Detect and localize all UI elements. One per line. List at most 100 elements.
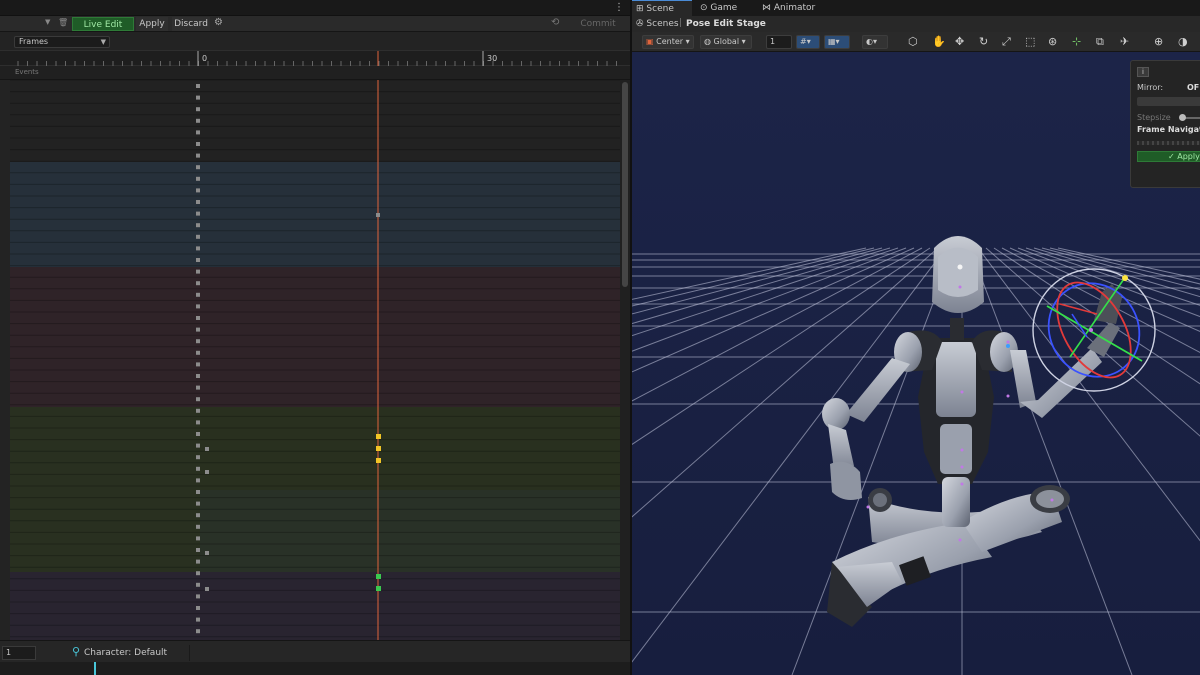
keyframe[interactable] [196,571,200,576]
breadcrumb-stage[interactable]: Pose Edit Stage [686,19,766,29]
keyframe[interactable] [196,234,200,239]
more-options-icon[interactable]: ⋮ [614,2,624,13]
keyframe[interactable] [196,165,200,170]
character-selector[interactable]: ⚲ Character: Default [38,645,190,661]
frame-number-input[interactable]: 1 [2,646,36,660]
keyframe[interactable] [196,200,200,204]
keyframe-green[interactable] [376,586,381,591]
keyframe[interactable] [196,374,200,378]
keyframe[interactable] [196,385,200,390]
keyframe[interactable] [196,501,200,506]
keyframe[interactable] [196,548,200,552]
lighting-icon[interactable]: ◑ [1178,36,1188,48]
chevron-down-icon[interactable]: ▼ [45,18,50,26]
discard-button[interactable]: Discard [172,17,210,31]
keyframe[interactable] [196,223,200,228]
gizmo-globe-icon[interactable]: ⊕ [1154,36,1163,48]
overlay-apply-button[interactable]: ✓ Apply [1137,151,1200,162]
keyframe[interactable] [196,594,200,599]
keyframe[interactable] [205,447,209,451]
keyframe[interactable] [196,466,200,471]
keyframe[interactable] [196,490,200,494]
info-icon[interactable]: i [1137,67,1149,77]
breadcrumb-scenes[interactable]: ✇ Scenes [636,19,679,29]
stepsize-slider-knob[interactable] [1179,114,1186,121]
keyframe[interactable] [196,524,200,529]
keyframe[interactable] [196,258,200,262]
space-mode-dropdown[interactable]: ◍ Global ▾ [700,35,752,49]
keyframe[interactable] [196,269,200,274]
move-tool-icon[interactable]: ✥ [955,36,964,48]
rect-tool-icon[interactable]: ⬚ [1025,36,1035,48]
snap-increment-input[interactable]: 1 [766,35,792,49]
keyframe[interactable] [196,304,200,309]
rotate-tool-icon[interactable]: ↻ [979,36,988,48]
mirror-toggle[interactable]: OF [1187,83,1199,92]
keyframe[interactable] [196,339,200,344]
keyframe[interactable] [205,587,209,591]
trash-icon[interactable]: 🗑 [58,18,68,27]
layers-icon[interactable]: ⧉ [1096,36,1104,48]
keyframe[interactable] [196,246,200,251]
pivot-mode-dropdown[interactable]: ▣ Center ▾ [642,35,694,49]
keyframe-green[interactable] [376,574,381,579]
keyframe[interactable] [196,408,200,413]
keyframe[interactable] [196,629,200,634]
keyframe[interactable] [196,316,200,320]
frame-navigation-track[interactable] [1137,141,1200,145]
avatar-pose-icon[interactable]: ⚙ [214,17,223,28]
mirror-slider[interactable] [1137,97,1200,106]
keyframe[interactable] [196,95,200,100]
keyframe[interactable] [196,130,200,135]
keyframe[interactable] [196,432,200,436]
keyframe[interactable] [196,606,200,610]
render-mode-button[interactable]: ◐▾ [862,35,888,49]
keyframe[interactable] [196,513,200,518]
scale-tool-icon[interactable]: ⤢ [1002,36,1011,48]
scene-render[interactable] [632,52,1200,675]
apply-button[interactable]: Apply [136,17,168,31]
tab-game[interactable]: ⊙ Game [696,0,756,16]
keyframe-yellow[interactable] [376,434,381,439]
tab-animator[interactable]: ⋈ Animator [758,0,828,16]
keyframe[interactable] [196,281,200,286]
footer-cursor-marker[interactable] [94,662,96,675]
track-canvas[interactable] [0,80,620,640]
keyframe[interactable] [196,443,200,448]
timeline-ruler[interactable]: 0 30 [0,50,630,67]
custom-tool-icon[interactable]: ⊹ [1072,36,1081,48]
grid-snap-button[interactable]: #▾ [796,35,820,49]
keyframe[interactable] [196,107,200,112]
keyframe-yellow[interactable] [376,458,381,463]
frames-dropdown[interactable]: Frames ▼ [14,36,110,48]
keyframe[interactable] [196,292,200,297]
keyframe[interactable] [196,397,200,402]
keyframe[interactable] [376,213,380,217]
keyframe[interactable] [196,153,200,158]
pose-tool-icon[interactable]: ✈ [1120,36,1129,48]
keyframe-yellow[interactable] [376,446,381,451]
transform-tool-icon[interactable]: ⊛ [1048,36,1057,48]
keyframe[interactable] [196,362,200,367]
keyframe[interactable] [196,176,200,181]
live-edit-button[interactable]: Live Edit [72,17,134,31]
keyframe[interactable] [196,118,200,123]
keyframe[interactable] [196,617,200,622]
keyframe[interactable] [196,188,200,193]
keyframe[interactable] [196,559,200,564]
commit-button[interactable]: Commit [570,17,626,31]
keyframe[interactable] [196,478,200,483]
keyframe[interactable] [205,470,209,474]
history-icon[interactable]: ⟲ [551,17,559,28]
keyframe[interactable] [196,327,200,332]
scrollbar-thumb[interactable] [622,82,628,287]
keyframe[interactable] [196,142,200,146]
keyframe[interactable] [196,420,200,425]
keyframe[interactable] [196,211,200,216]
cube-icon[interactable]: ⬡ [908,36,918,48]
scene-viewport[interactable] [632,52,1200,675]
tab-scene[interactable]: ⊞ Scene [632,0,692,16]
track-area[interactable] [0,80,620,640]
keyframe[interactable] [196,455,200,460]
keyframe[interactable] [205,551,209,555]
